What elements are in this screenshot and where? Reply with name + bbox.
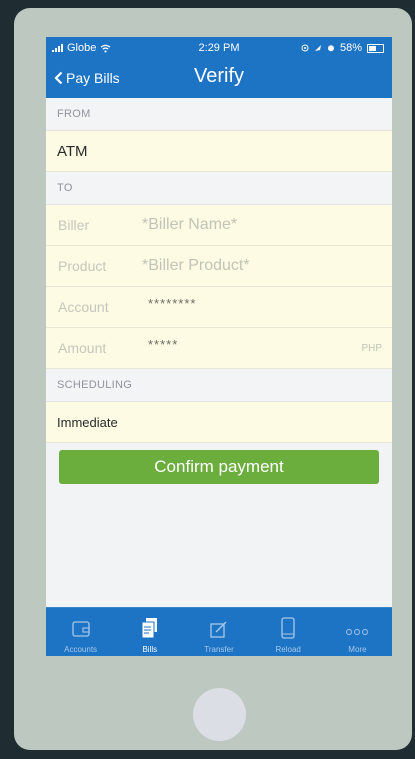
status-right: 58% [301,42,384,54]
scheduling-row[interactable]: Immediate [46,402,392,443]
from-value: ATM [57,142,88,160]
account-row: Account ******** [46,287,392,328]
alarm-icon [327,45,334,52]
phone-screen: Globe 2:29 PM 58% Pay Bills Verify FROM … [46,37,392,656]
tab-label: More [348,645,367,654]
section-header-scheduling: SCHEDULING [46,369,392,402]
battery-icon [367,43,384,53]
account-label: Account [58,299,109,315]
product-row: Product *Biller Product* [46,246,392,287]
product-label: Product [58,258,107,274]
tab-accounts[interactable]: Accounts [46,608,115,656]
currency-unit: PHP [361,342,382,354]
tab-reload[interactable]: Reload [254,608,323,656]
tab-label: Accounts [64,645,98,654]
from-row: ATM [46,131,392,172]
tab-bills[interactable]: Bills [115,608,184,656]
wallet-icon [71,621,90,637]
home-button[interactable] [193,688,246,741]
tab-more[interactable]: More [323,608,392,656]
section-header-to: TO [46,172,392,205]
confirm-payment-button[interactable]: Confirm payment [59,450,379,484]
bills-icon [141,618,157,639]
biller-row: Biller *Biller Name* [46,205,392,246]
tab-bar: Accounts Bills Transfer Reload More [46,607,392,656]
tab-label: Reload [275,645,301,654]
more-icon [346,629,369,635]
tab-label: Bills [142,645,158,654]
account-value: ******** [148,296,197,311]
nav-bar: Pay Bills Verify [46,57,392,98]
page-title: Verify [193,65,245,87]
battery-percent: 58% [339,42,362,54]
location-icon [301,44,309,52]
amount-value: ***** [148,337,179,352]
product-value: *Biller Product* [142,257,250,274]
tab-transfer[interactable]: Transfer [184,608,253,656]
phone-icon [281,617,295,639]
tab-label: Transfer [204,645,234,654]
scheduling-value: Immediate [57,414,118,430]
biller-label: Biller [58,217,90,233]
amount-row: Amount ***** PHP [46,328,392,369]
status-bar: Globe 2:29 PM 58% [46,37,392,57]
transfer-icon [210,621,227,638]
verify-form: FROM ATM TO Biller *Biller Name* Product… [46,98,392,443]
arrow-icon [314,45,321,51]
section-header-from: FROM [46,98,392,131]
amount-label: Amount [58,340,107,356]
biller-value: *Biller Name* [142,216,238,233]
